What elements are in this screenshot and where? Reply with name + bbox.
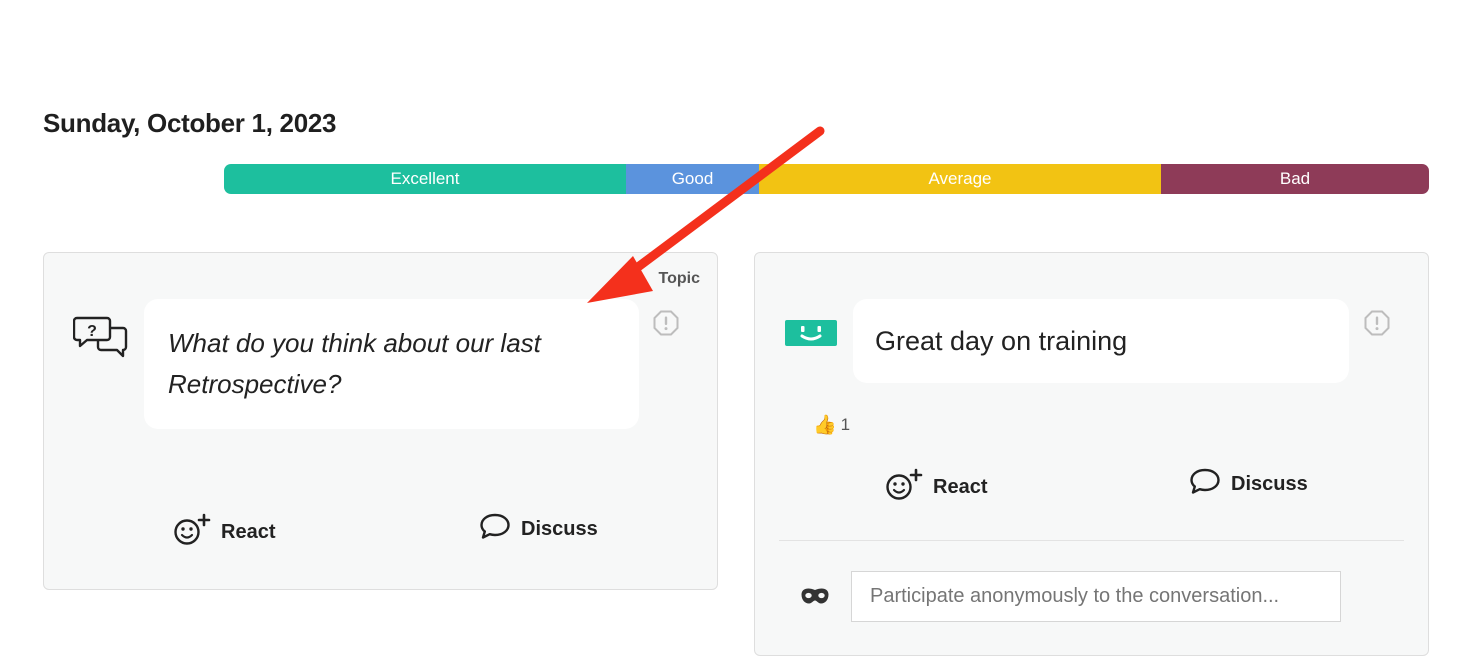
discuss-button[interactable]: Discuss — [1189, 467, 1308, 501]
topic-question-bubble: What do you think about our last Retrosp… — [144, 299, 639, 429]
mask-icon — [800, 586, 830, 611]
mood-bar: Excellent Good Average Bad — [224, 164, 1429, 194]
mood-segment-excellent[interactable]: Excellent — [224, 164, 626, 194]
reaction-count: 1 — [840, 415, 851, 434]
react-button[interactable]: React — [885, 467, 987, 507]
speech-bubble-icon — [1189, 467, 1221, 501]
date-heading: Sunday, October 1, 2023 — [43, 108, 337, 138]
happy-face-icon — [785, 320, 837, 351]
report-icon[interactable] — [1364, 310, 1390, 336]
thumbs-up-icon: 👍 — [813, 415, 837, 436]
topic-tag: Topic — [658, 270, 700, 287]
mood-segment-bad[interactable]: Bad — [1161, 164, 1429, 194]
react-label: React — [933, 475, 988, 498]
report-icon[interactable] — [653, 310, 679, 336]
speech-bubble-icon — [479, 512, 511, 546]
topic-card: Topic ? What do you think about our last… — [43, 252, 718, 590]
mood-segment-average[interactable]: Average — [759, 164, 1161, 194]
react-label: React — [221, 520, 276, 543]
react-button[interactable]: React — [173, 512, 275, 552]
add-reaction-icon — [173, 512, 211, 552]
discuss-label: Discuss — [1231, 472, 1308, 495]
feedback-card: Great day on training 👍 1 React Discuss … — [754, 252, 1429, 656]
question-chat-icon: ? — [72, 315, 129, 364]
discuss-button[interactable]: Discuss — [479, 512, 598, 546]
reaction-chip[interactable]: 👍 1 — [813, 413, 850, 437]
anonymous-comment-input[interactable] — [851, 571, 1341, 622]
add-reaction-icon — [885, 467, 923, 507]
divider — [779, 540, 1404, 541]
svg-text:?: ? — [87, 323, 97, 340]
feedback-text-bubble: Great day on training — [853, 299, 1349, 383]
discuss-label: Discuss — [521, 517, 598, 540]
mood-segment-good[interactable]: Good — [626, 164, 759, 194]
